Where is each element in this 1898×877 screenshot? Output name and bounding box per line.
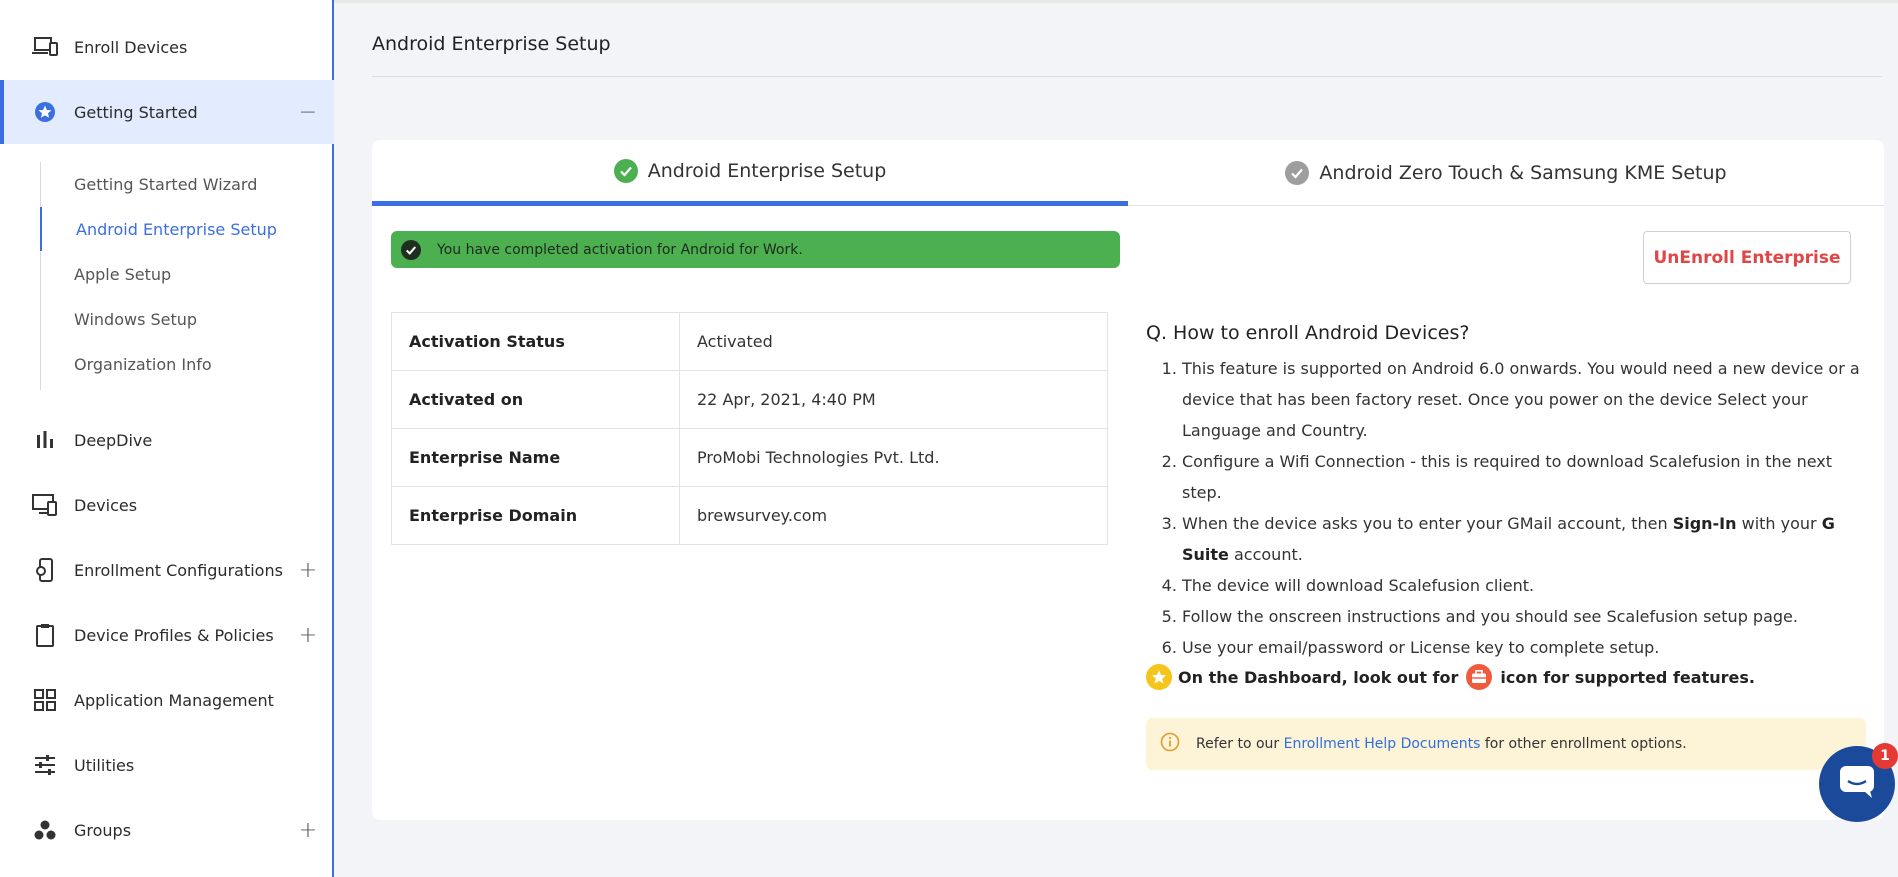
sidebar-item-label: Utilities [74,755,135,775]
bar-chart-icon [32,427,58,453]
table-value: ProMobi Technologies Pvt. Ltd. [679,428,1108,487]
table-row: Enterprise Domain brewsurvey.com [391,486,1108,545]
sidebar-item-label: Groups [74,820,132,840]
subitem-label: Windows Setup [74,309,198,329]
success-alert: You have completed activation for Androi… [391,231,1120,268]
tab-label: Android Enterprise Setup [647,159,887,182]
sidebar-item-deepdive[interactable]: DeepDive [0,408,334,472]
step-text: with your [1736,514,1822,533]
title-divider [372,76,1882,77]
enrollment-help-link[interactable]: Enrollment Help Documents [1284,736,1481,752]
sidebar-item-groups[interactable]: Groups + [0,798,334,862]
subitem-windows-setup[interactable]: Windows Setup [41,297,331,341]
step-bold: Sign-In [1672,514,1737,533]
help-notice: Refer to our Enrollment Help Documents f… [1146,718,1866,770]
table-value: 22 Apr, 2021, 4:40 PM [679,370,1108,429]
enterprise-info-table: Activation Status Activated Activated on… [391,312,1108,545]
expand-icon[interactable]: + [298,623,318,648]
subitem-getting-started-wizard[interactable]: Getting Started Wizard [41,162,331,206]
sidebar-item-getting-started[interactable]: Getting Started − [0,80,334,144]
table-value: brewsurvey.com [679,486,1108,545]
unenroll-enterprise-button[interactable]: UnEnroll Enterprise [1643,231,1851,284]
table-key: Activated on [391,370,680,429]
sidebar-item-label: DeepDive [74,430,153,450]
help-text: for other enrollment options. [1484,736,1687,752]
table-key: Enterprise Domain [391,486,680,545]
check-circle-icon [1285,160,1310,185]
sidebar-item-device-profiles[interactable]: Device Profiles & Policies + [0,603,334,667]
notification-badge: 1 [1872,743,1898,769]
subitem-android-enterprise-setup[interactable]: Android Enterprise Setup [40,207,330,251]
chat-icon [1838,764,1876,804]
table-row: Enterprise Name ProMobi Technologies Pvt… [391,428,1108,487]
list-item: Use your email/password or License key t… [1182,632,1876,663]
sidebar-item-label: Enrollment Configurations [74,560,283,580]
howto-steps: This feature is supported on Android 6.0… [1146,353,1876,663]
help-text: Refer to our [1196,736,1280,752]
list-item: The device will download Scalefusion cli… [1182,570,1876,601]
subitem-label: Android Enterprise Setup [76,219,277,239]
subitem-label: Apple Setup [74,264,172,284]
dashboard-note: On the Dashboard, look out for icon for … [1146,664,1755,690]
alert-message: You have completed activation for Androi… [437,241,803,258]
clipboard-icon [32,622,58,648]
sidebar-item-label: Device Profiles & Policies [74,625,274,645]
step-text: account. [1228,545,1303,564]
subitem-apple-setup[interactable]: Apple Setup [41,252,331,296]
briefcase-icon [1466,664,1493,690]
list-item: When the device asks you to enter your G… [1182,508,1876,570]
grid-icon [32,687,58,713]
subitem-label: Organization Info [74,354,212,374]
sidebar-item-devices[interactable]: Devices [0,473,334,537]
table-key: Activation Status [391,312,680,371]
howto-title: Q. How to enroll Android Devices? [1146,322,1470,344]
sidebar: Enroll Devices Getting Started − Getting… [0,0,334,877]
page-title: Android Enterprise Setup [372,33,611,55]
step-text: When the device asks you to enter your G… [1182,514,1673,533]
note-text: On the Dashboard, look out for [1178,667,1459,687]
sliders-icon [32,752,58,778]
sidebar-item-label: Enroll Devices [74,37,188,57]
star-badge-icon [32,99,58,125]
table-value: Activated [679,312,1108,371]
check-circle-icon [613,158,638,183]
phone-gear-icon [32,557,58,583]
table-row: Activation Status Activated [391,312,1108,371]
sidebar-item-enrollment-configurations[interactable]: Enrollment Configurations + [0,538,334,602]
sidebar-item-label: Devices [74,495,138,515]
info-icon [1160,732,1180,756]
sidebar-item-enroll-devices[interactable]: Enroll Devices [0,15,334,79]
submenu: Getting Started Wizard Android Enterpris… [40,162,330,390]
sidebar-item-label: Getting Started [74,102,198,122]
devices-icon [32,34,58,60]
groups-icon [32,817,58,843]
subitem-label: Getting Started Wizard [74,174,258,194]
table-key: Enterprise Name [391,428,680,487]
sidebar-item-application-management[interactable]: Application Management [0,668,334,732]
check-circle-icon [401,239,421,260]
list-item: Follow the onscreen instructions and you… [1182,601,1876,632]
sidebar-item-label: Application Management [74,690,274,710]
expand-icon[interactable]: + [298,558,318,583]
tab-zero-touch-kme-setup[interactable]: Android Zero Touch & Samsung KME Setup [1128,140,1884,206]
monitor-icon [32,492,58,518]
star-icon [1146,664,1172,690]
collapse-icon[interactable]: − [298,100,318,125]
note-text: icon for supported features. [1500,667,1755,687]
tab-android-enterprise-setup[interactable]: Android Enterprise Setup [372,140,1128,206]
expand-icon[interactable]: + [298,818,318,843]
subitem-organization-info[interactable]: Organization Info [41,342,331,386]
sidebar-item-utilities[interactable]: Utilities [0,733,334,797]
list-item: This feature is supported on Android 6.0… [1182,353,1876,446]
table-row: Activated on 22 Apr, 2021, 4:40 PM [391,370,1108,429]
list-item: Configure a Wifi Connection - this is re… [1182,446,1876,508]
setup-card: Android Enterprise Setup Android Zero To… [372,140,1884,820]
tab-label: Android Zero Touch & Samsung KME Setup [1319,161,1727,184]
